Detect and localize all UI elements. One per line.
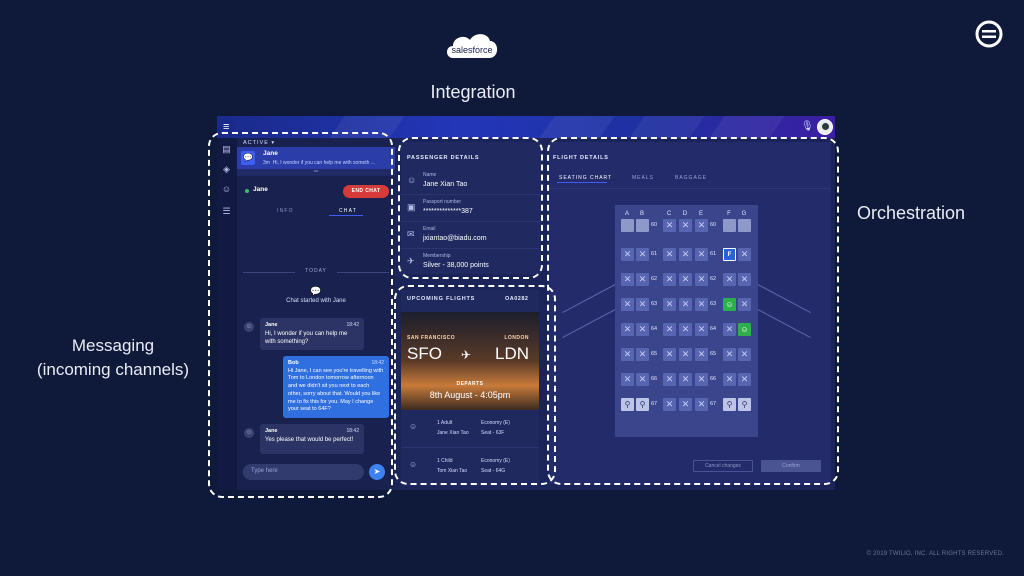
user-avatar[interactable] <box>817 119 833 135</box>
orchestration-label: Orchestration <box>857 203 966 223</box>
messaging-highlight <box>208 132 393 498</box>
microphone-icon[interactable]: 🎙 <box>801 121 814 132</box>
company-logo-icon <box>975 20 1003 48</box>
passenger-highlight <box>398 137 543 279</box>
messaging-label: Messaging (incoming channels) <box>20 334 206 382</box>
flights-highlight <box>394 285 556 485</box>
messaging-label-line1: Messaging <box>71 336 155 355</box>
salesforce-logo: salesforce <box>447 34 498 58</box>
integration-label: Integration <box>430 82 516 102</box>
orchestration-highlight <box>547 137 839 485</box>
messaging-label-line2: (incoming channels) <box>36 360 190 379</box>
copyright: © 2019 TWILIO, INC. ALL RIGHTS RESERVED. <box>866 551 1004 557</box>
salesforce-logo-text: salesforce <box>451 45 492 55</box>
